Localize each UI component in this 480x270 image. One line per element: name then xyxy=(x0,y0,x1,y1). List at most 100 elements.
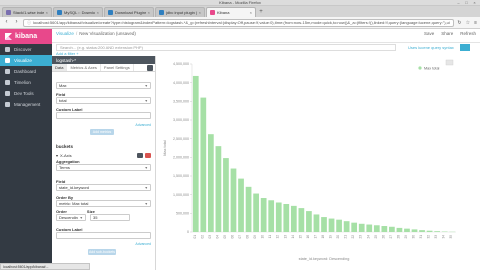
search-input[interactable]: Search... (e.g. status:200 AND extension… xyxy=(56,43,396,51)
tab-close-icon[interactable]: × xyxy=(97,10,99,15)
order-by-select[interactable]: metric: Max total ▼ xyxy=(56,200,151,207)
x-tick-label: 22 xyxy=(351,235,355,239)
order-value: Descendin xyxy=(59,215,78,220)
vis-editor-sidebar: logstash-* Data Metrics & Axes Panel Set… xyxy=(52,56,156,270)
url-bar[interactable]: ⓘ localhost:5601/app/kibana#/visualize/c… xyxy=(23,18,455,27)
bar xyxy=(396,227,403,232)
share-button[interactable]: Share xyxy=(441,31,453,36)
y-tick-label: 2,000,000 xyxy=(173,156,189,160)
bar xyxy=(366,224,373,232)
bucket-field-select[interactable]: state_id.keyword ▼ xyxy=(56,184,151,191)
back-icon[interactable]: ‹ xyxy=(3,19,10,26)
remove-icon[interactable] xyxy=(145,152,151,158)
refresh-button[interactable]: Refresh xyxy=(460,31,476,36)
bucket-aggregation-select[interactable]: Terms ▼ xyxy=(56,164,151,171)
sidebar-item-label: Dashboard xyxy=(14,69,37,74)
timelion-icon xyxy=(5,80,10,85)
new-tab-icon[interactable]: + xyxy=(257,7,265,17)
bar xyxy=(283,204,290,232)
browser-tab[interactable]: Stack/1-wise indexing× xyxy=(2,7,52,17)
breadcrumb-visualize[interactable]: Visualize xyxy=(56,31,74,36)
reload-icon[interactable]: ↻ xyxy=(457,20,461,26)
menu-icon[interactable]: ≡ xyxy=(474,20,477,26)
x-tick-label: 30 xyxy=(412,235,416,239)
x-tick-label: 10 xyxy=(261,235,265,239)
dashboard-icon xyxy=(5,69,10,74)
toggle-icon[interactable] xyxy=(137,152,143,158)
x-tick-label: 23 xyxy=(359,235,363,239)
sidebar-item-management[interactable]: Management xyxy=(0,99,52,110)
x-tick-label: 11 xyxy=(268,235,272,239)
x-tick-label: 19 xyxy=(329,235,333,239)
url-text: localhost:5601/app/kibana#/visualize/cre… xyxy=(33,20,451,25)
y-tick-label: 3,000,000 xyxy=(173,118,189,122)
tab-close-icon[interactable]: × xyxy=(148,10,150,15)
advanced-toggle-2[interactable]: Advanced xyxy=(135,242,151,246)
y-tick-label: 3,500,000 xyxy=(173,100,189,104)
bar xyxy=(215,146,222,232)
add-metrics-button[interactable]: Add metrics xyxy=(90,129,114,135)
kibana-logo[interactable]: kibana xyxy=(0,29,52,44)
query-bar: Search... (e.g. status:200 AND extension… xyxy=(52,43,480,51)
tab-data[interactable]: Data xyxy=(52,64,68,71)
gear-icon xyxy=(5,102,10,107)
tab-metrics-axes[interactable]: Metrics & Axes xyxy=(67,64,101,71)
bar xyxy=(358,223,365,232)
x-tick-label: 13 xyxy=(283,235,287,239)
x-tick-label: 34 xyxy=(442,235,446,239)
browser-tab[interactable]: MySQL :: Download M...× xyxy=(53,7,103,17)
sidebar-item-dashboard[interactable]: Dashboard xyxy=(0,66,52,77)
browser-tab[interactable]: jdbc input plugin | Logst...× xyxy=(155,7,205,17)
metric-aggregation-select[interactable]: Max ▼ xyxy=(56,82,151,89)
custom-label-2-input[interactable] xyxy=(56,232,151,239)
x-axis-row[interactable]: ▾ X-Axis xyxy=(56,152,151,158)
breadcrumb: Visualize / New Visualization (unsaved) xyxy=(56,31,136,36)
bar xyxy=(351,222,358,232)
sidebar-item-dev-tools[interactable]: Dev Tools xyxy=(0,88,52,99)
status-bar: localhost:5601/app/kibana#... xyxy=(0,263,90,270)
add-sub-buckets-button[interactable]: Add sub-buckets xyxy=(88,249,116,255)
sidebar-item-timelion[interactable]: Timelion xyxy=(0,77,52,88)
size-value: 35 xyxy=(93,215,98,220)
browser-tab[interactable]: Download Plugins × xyxy=(104,7,154,17)
x-tick-label: 29 xyxy=(404,235,408,239)
metric-aggregation-value: Max xyxy=(59,83,67,88)
tab-favicon-icon xyxy=(210,10,215,15)
tab-favicon-icon xyxy=(57,10,62,15)
x-tick-label: 09 xyxy=(253,235,257,239)
order-select[interactable]: Descendin ▼ xyxy=(56,214,86,221)
tab-close-icon[interactable]: × xyxy=(199,10,201,15)
apply-changes-button[interactable] xyxy=(147,65,153,71)
y-tick-label: 2,500,000 xyxy=(173,137,189,141)
order-by-value: metric: Max total xyxy=(59,201,89,206)
size-input[interactable]: 35 xyxy=(90,214,130,221)
metric-field-value: total xyxy=(59,98,67,103)
lucene-syntax-link[interactable]: Uses lucene query syntax xyxy=(408,45,454,50)
bar xyxy=(268,200,275,232)
metric-field-select[interactable]: total ▼ xyxy=(56,97,151,104)
info-icon[interactable]: ⓘ xyxy=(27,20,31,26)
tab-panel-settings[interactable]: Panel Settings xyxy=(101,64,134,71)
advanced-toggle[interactable]: Advanced xyxy=(135,123,151,127)
bookmark-star-icon[interactable]: ☆ xyxy=(466,20,470,26)
sidebar-item-discover[interactable]: Discover xyxy=(0,44,52,55)
x-tick-label: 20 xyxy=(336,235,340,239)
wrench-icon xyxy=(5,91,10,96)
tab-close-icon[interactable]: × xyxy=(46,10,48,15)
chevron-down-icon[interactable]: ▾ xyxy=(56,153,58,158)
forward-icon[interactable]: › xyxy=(13,19,20,26)
legend-swatch xyxy=(418,66,422,70)
kibana-sidebar: kibana Discover Visualize Dashboard Timelio… xyxy=(0,29,52,270)
legend-toggle-icon xyxy=(445,59,454,66)
search-button[interactable] xyxy=(459,43,470,51)
breadcrumb-separator: / xyxy=(75,31,78,36)
close-window-icon[interactable]: × xyxy=(472,1,477,5)
browser-tab[interactable]: Kibana × xyxy=(206,7,256,17)
sidebar-item-visualize[interactable]: Visualize xyxy=(0,55,52,66)
tab-close-icon[interactable]: × xyxy=(250,10,252,15)
y-tick-label: 500,000 xyxy=(176,212,189,216)
maximize-icon[interactable]: □ xyxy=(464,1,469,5)
save-button[interactable]: Save xyxy=(424,31,434,36)
minimize-icon[interactable]: – xyxy=(456,1,461,5)
custom-label-input[interactable] xyxy=(56,112,151,119)
